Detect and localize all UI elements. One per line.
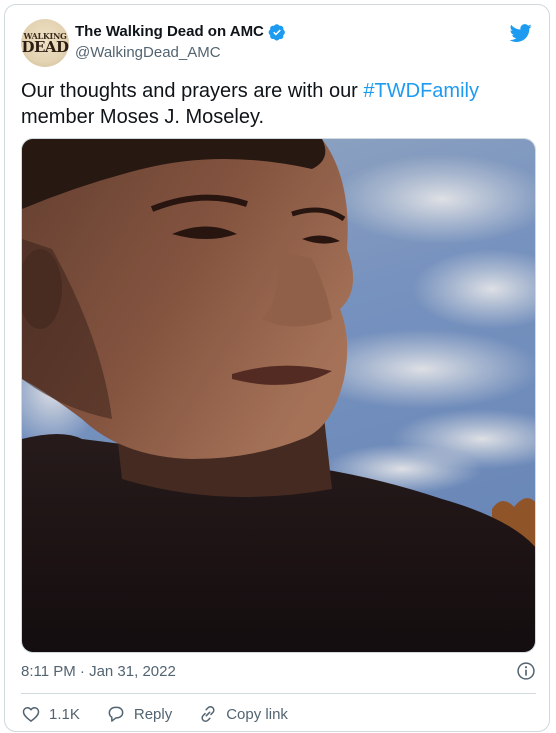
handle[interactable]: @WalkingDead_AMC bbox=[75, 43, 286, 63]
avatar[interactable]: WALKING DEAD bbox=[21, 19, 69, 67]
twitter-bird-icon[interactable] bbox=[509, 22, 533, 44]
like-button[interactable]: 1.1K bbox=[21, 704, 80, 724]
tweet-text-before: Our thoughts and prayers are with our bbox=[21, 80, 364, 102]
tweet-text-after: member Moses J. Moseley. bbox=[21, 106, 265, 128]
tweet-photo[interactable] bbox=[21, 138, 536, 653]
hashtag-link[interactable]: #TWDFamily bbox=[363, 80, 479, 102]
timestamp[interactable]: 8:11 PM · Jan 31, 2022 bbox=[21, 663, 176, 680]
display-name-row: The Walking Dead on AMC bbox=[75, 22, 286, 42]
link-icon bbox=[201, 706, 215, 722]
like-count: 1.1K bbox=[49, 705, 80, 723]
divider bbox=[21, 693, 536, 694]
timestamp-row: 8:11 PM · Jan 31, 2022 bbox=[21, 661, 536, 681]
action-bar: 1.1K Reply Copy link bbox=[21, 702, 314, 726]
copy-link-button[interactable]: Copy link bbox=[198, 704, 288, 724]
reply-button[interactable]: Reply bbox=[106, 704, 172, 724]
display-name[interactable]: The Walking Dead on AMC bbox=[75, 22, 264, 42]
tweet-text: Our thoughts and prayers are with our #T… bbox=[21, 78, 531, 130]
info-icon[interactable] bbox=[516, 661, 536, 681]
heart-icon bbox=[22, 706, 40, 723]
user-block: The Walking Dead on AMC @WalkingDead_AMC bbox=[75, 22, 286, 63]
photo-illustration bbox=[22, 139, 535, 652]
verified-icon bbox=[268, 24, 285, 41]
tweet-card: WALKING DEAD The Walking Dead on AMC @Wa… bbox=[4, 4, 550, 732]
copy-link-label: Copy link bbox=[226, 705, 288, 723]
avatar-logo-bottom: DEAD bbox=[21, 37, 69, 56]
reply-label: Reply bbox=[133, 705, 173, 723]
speech-bubble-icon bbox=[108, 706, 124, 722]
